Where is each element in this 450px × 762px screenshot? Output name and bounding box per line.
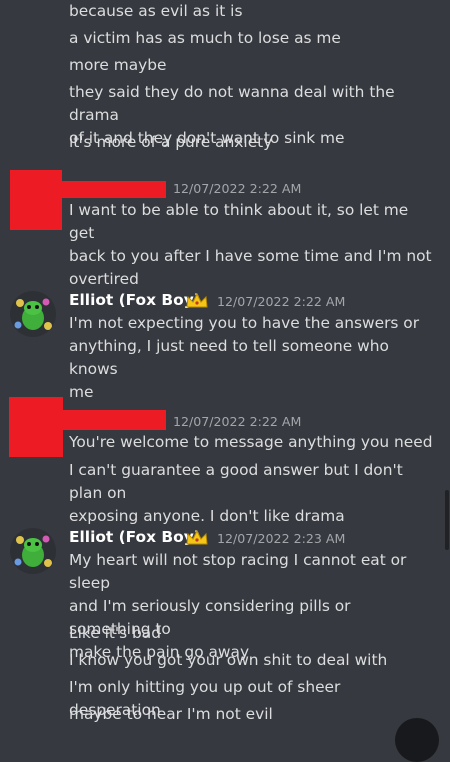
message-line: You're welcome to message anything you n… (69, 433, 433, 451)
message-timestamp: 12/07/2022 2:23 AM (217, 531, 346, 546)
message-line: a victim has as much to lose as me (69, 29, 341, 47)
message-timestamp: 12/07/2022 2:22 AM (217, 294, 346, 309)
redacted-avatar (10, 170, 62, 230)
jump-to-present-button[interactable] (395, 718, 439, 762)
message-line: Like it's bad (69, 624, 161, 642)
redacted-username (60, 181, 166, 198)
crown-icon (186, 293, 208, 308)
redacted-avatar (9, 397, 63, 457)
message-timestamp: 12/07/2022 2:22 AM (173, 181, 302, 196)
message-line: I'm not expecting you to have the answer… (69, 314, 420, 401)
avatar[interactable] (10, 291, 56, 337)
username[interactable]: Elliot (Fox Boy) (69, 290, 201, 310)
message-line: it's more of a pure anxiety (69, 133, 273, 151)
message-line: I know you got your own shit to deal wit… (69, 651, 388, 669)
scrollbar[interactable] (445, 490, 449, 550)
message-line: I can't guarantee a good answer but I do… (69, 461, 403, 525)
message-line: I want to be able to think about it, so … (69, 201, 432, 288)
crown-icon (186, 530, 208, 545)
username[interactable]: Elliot (Fox Boy) (69, 527, 201, 547)
message-line: because as evil as it is (69, 2, 243, 20)
message-line: maybe to hear I'm not evil (69, 705, 273, 723)
message-timestamp: 12/07/2022 2:22 AM (173, 414, 302, 429)
avatar[interactable] (10, 528, 56, 574)
message-line: more maybe (69, 56, 167, 74)
message-line: My heart will not stop racing I cannot e… (69, 551, 407, 661)
redacted-username (60, 410, 166, 430)
